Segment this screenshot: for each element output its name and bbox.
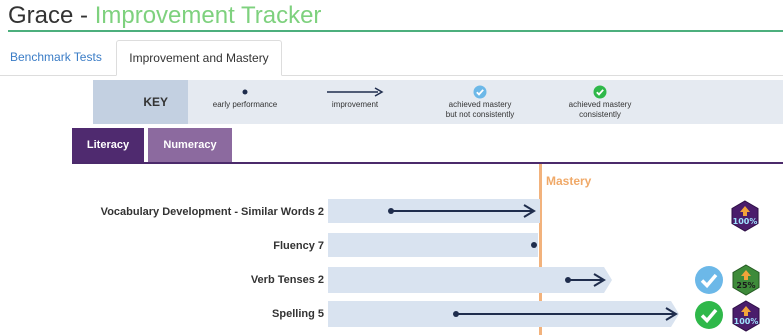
key-item-label-line2: consistently	[579, 110, 621, 119]
key-item-label-line1: achieved mastery	[568, 100, 632, 109]
title-rule	[8, 30, 783, 32]
improvement-arrow-icon	[388, 204, 536, 218]
page-title: Grace - Improvement Tracker	[8, 2, 321, 30]
improvement-arrow-icon	[453, 307, 678, 321]
check-badge-icon	[473, 85, 487, 99]
student-name: Grace	[8, 2, 74, 29]
skill-label: Verb Tenses 2	[250, 274, 324, 286]
skill-label: Vocabulary Development - Similar Words 2	[100, 206, 324, 218]
key-panel: KEY early performance improvement achiev…	[93, 80, 783, 124]
skill-label: Spelling 5	[272, 308, 324, 320]
badge-text: 25%	[736, 281, 755, 290]
arrow-icon	[327, 87, 384, 97]
check-circle-icon	[593, 85, 607, 99]
progress-bar	[328, 233, 538, 257]
mastery-consistent-check-icon	[695, 301, 723, 329]
key-item-early-performance: early performance	[195, 84, 295, 110]
subject-tabs-rule	[72, 162, 783, 164]
key-item-improvement: improvement	[315, 84, 395, 110]
key-item-label-line1: achieved mastery	[448, 100, 512, 109]
badge-text: 100%	[733, 217, 758, 226]
improvement-arrow-icon	[565, 273, 606, 287]
key-label: KEY	[93, 80, 188, 124]
tab-literacy[interactable]: Literacy	[72, 128, 144, 162]
key-item-label: early performance	[212, 100, 278, 109]
achievement-badge-icon: 25%	[732, 264, 760, 296]
achievement-badge-icon: 100%	[732, 300, 760, 332]
app-title: Improvement Tracker	[94, 2, 322, 29]
early-performance-dot-icon	[531, 242, 537, 248]
key-item-label: improvement	[331, 100, 379, 109]
badge-text: 100%	[734, 317, 759, 326]
title-separator: -	[73, 2, 95, 29]
dot-icon	[242, 89, 248, 95]
achievement-badge-icon: 100%	[731, 200, 759, 232]
tab-improvement-and-mastery[interactable]: Improvement and Mastery	[116, 40, 282, 76]
key-item-mastery-not-consistent: achieved mastery but not consistently	[425, 84, 535, 120]
tab-benchmark-tests[interactable]: Benchmark Tests	[0, 40, 112, 76]
subject-tabs: Literacy Numeracy	[0, 128, 783, 164]
skill-label: Fluency 7	[273, 240, 324, 252]
key-item-mastery-consistent: achieved mastery consistently	[545, 84, 655, 120]
tab-numeracy[interactable]: Numeracy	[148, 128, 232, 162]
main-tabs: Benchmark Tests Improvement and Mastery	[0, 40, 783, 76]
mastery-not-consistent-check-icon	[695, 266, 723, 294]
mastery-label: Mastery	[546, 174, 592, 188]
key-item-label-line2: but not consistently	[445, 110, 515, 119]
